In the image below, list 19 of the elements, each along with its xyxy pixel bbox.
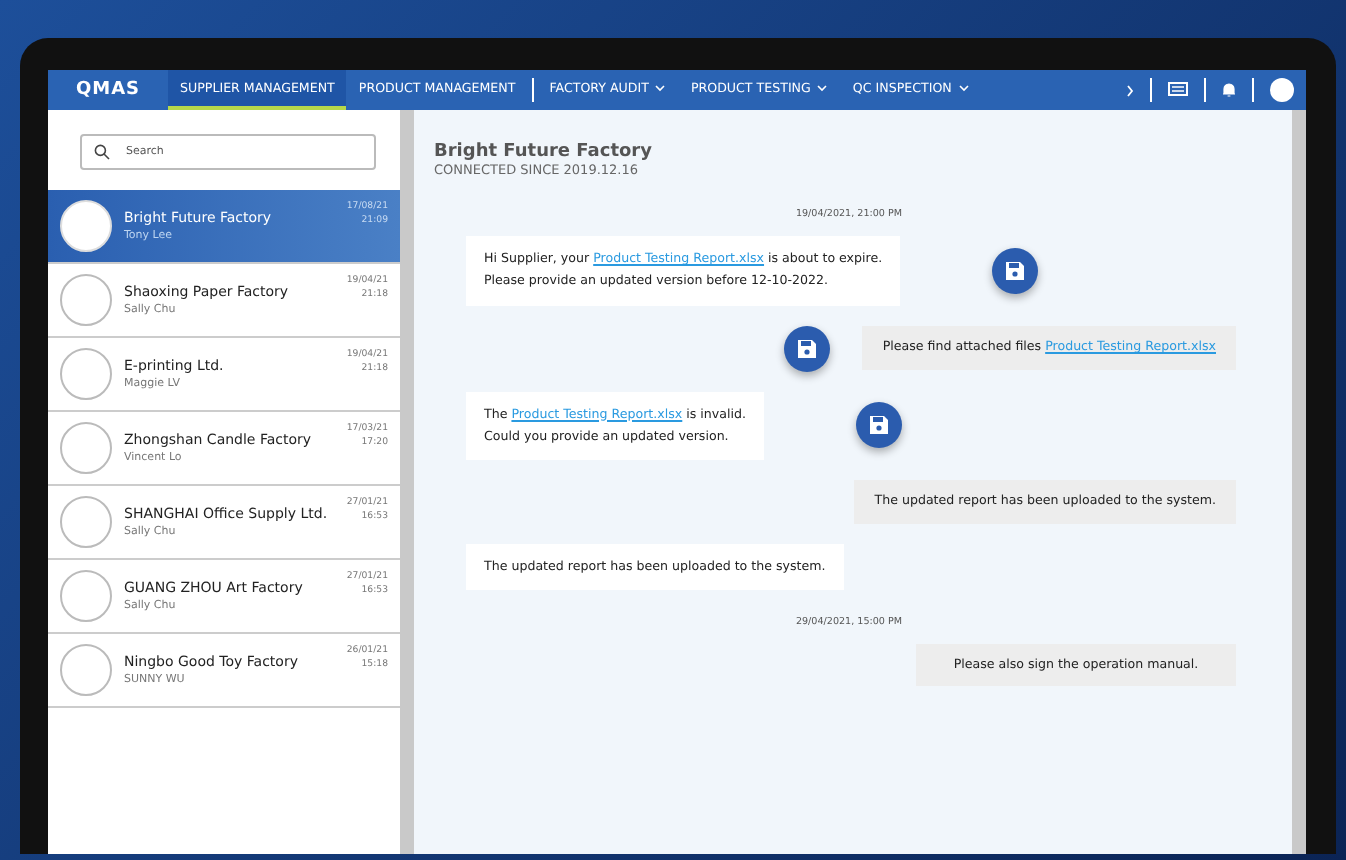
chevron-down-icon <box>957 84 970 92</box>
scrollbar[interactable] <box>1292 110 1306 854</box>
search-icon <box>94 144 110 160</box>
app-logo: QMAS <box>73 78 143 104</box>
scrollbar[interactable] <box>400 110 414 854</box>
save-button[interactable] <box>856 402 902 449</box>
avatar-circle <box>60 348 112 400</box>
avatar-circle <box>60 274 112 326</box>
chevron-down-icon <box>816 84 829 92</box>
avatar-circle <box>60 422 112 474</box>
chat-title: Bright Future Factory <box>434 142 654 162</box>
avatar-circle <box>60 200 112 252</box>
avatar-circle <box>60 644 112 696</box>
user-avatar[interactable] <box>1270 78 1294 102</box>
avatar-circle <box>60 496 112 548</box>
save-button[interactable] <box>992 247 1039 294</box>
chevron-down-icon <box>654 84 667 92</box>
avatar-circle <box>60 570 112 622</box>
save-button[interactable] <box>784 325 831 372</box>
